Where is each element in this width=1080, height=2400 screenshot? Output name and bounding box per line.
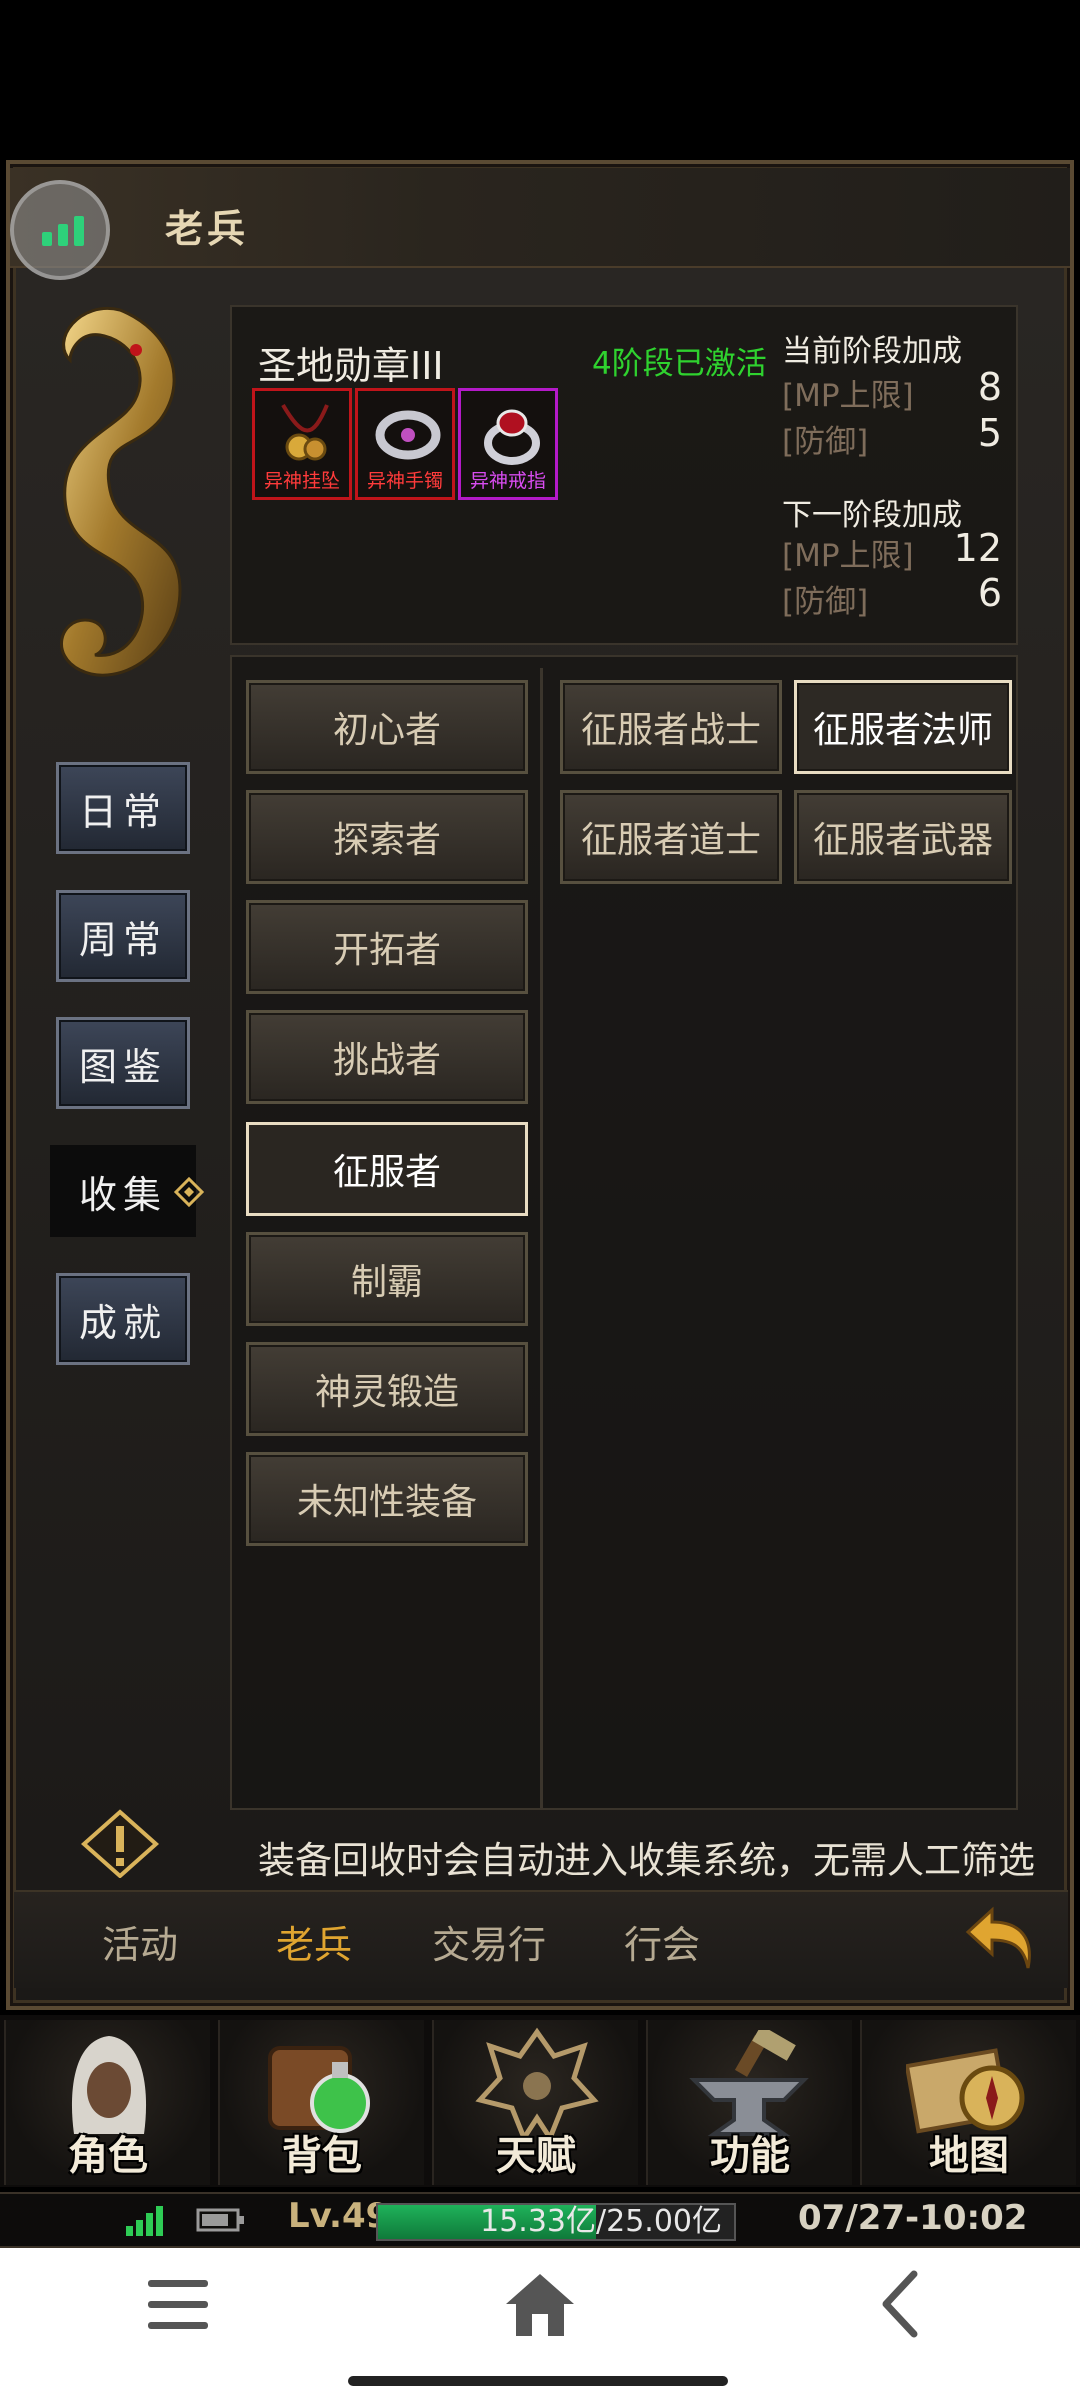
subcategory-button-active[interactable]: 征服者法师 [794, 680, 1012, 774]
active-diamond-indicator-icon [173, 1176, 205, 1208]
page-title: 老兵 [165, 207, 250, 251]
side-tab-daily[interactable]: 日常 [56, 762, 190, 854]
item-label: 异神挂坠 [263, 470, 340, 492]
item-slot-pendant[interactable]: 异神挂坠 [252, 388, 352, 500]
ring-icon [484, 409, 540, 465]
current-stat-value: 8 [977, 365, 1002, 409]
category-button-active[interactable]: 征服者 [246, 1122, 528, 1216]
signal-bar-icon [74, 216, 84, 246]
network-signal-button[interactable] [10, 180, 110, 280]
side-tab-label: 成就 [78, 1300, 167, 1345]
category-button[interactable]: 开拓者 [246, 900, 528, 994]
menu-icon[interactable] [146, 2276, 210, 2334]
main-nav-label: 天赋 [496, 2133, 576, 2179]
main-nav-label: 功能 [710, 2133, 790, 2179]
bottom-tab-veteran[interactable]: 老兵 [276, 1914, 352, 1969]
side-tab-label: 收集 [78, 1172, 167, 1217]
subcategory-button[interactable]: 征服者道士 [560, 790, 782, 884]
category-button[interactable]: 初心者 [246, 680, 528, 774]
player-level: Lv.49 [288, 2196, 390, 2236]
pendant-icon [281, 403, 329, 461]
experience-text: 15.33亿/25.00亿 [480, 2204, 722, 2239]
side-tab-label: 日常 [78, 789, 167, 834]
collection-tip-text: 装备回收时会自动进入收集系统，无需人工筛选 [258, 1839, 1035, 1882]
date-time: 07/27-10:02 [798, 2198, 1028, 2238]
gesture-home-bar[interactable] [348, 2376, 728, 2386]
side-tab-codex[interactable]: 图鉴 [56, 1017, 190, 1109]
signal-bar-icon [58, 224, 68, 246]
next-stat-value: 6 [977, 571, 1002, 615]
next-stat-name: [防御] [782, 584, 869, 620]
golden-dragon-ornament-icon [60, 306, 182, 677]
signal-bar-icon [42, 232, 52, 246]
bottom-tab-guild[interactable]: 行会 [624, 1914, 700, 1969]
panel-divider [540, 668, 543, 1808]
main-nav-map[interactable]: 地图 [860, 2020, 1076, 2185]
main-nav-label: 角色 [68, 2133, 148, 2179]
main-nav-bag[interactable]: 背包 [218, 2020, 424, 2185]
side-tab-label: 图鉴 [78, 1044, 167, 1089]
category-button[interactable]: 挑战者 [246, 1010, 528, 1104]
cellular-signal-icon [126, 2206, 163, 2236]
battery-icon [196, 2208, 244, 2232]
item-slot-ring[interactable]: 异神戒指 [458, 388, 558, 500]
current-stat-value: 5 [977, 411, 1002, 455]
item-label: 异神戒指 [469, 470, 546, 492]
item-slot-bracelet[interactable]: 异神手镯 [355, 388, 455, 500]
side-tab-weekly[interactable]: 周常 [56, 890, 190, 982]
bottom-tab-activity[interactable]: 活动 [102, 1914, 178, 1969]
stage-status-text: 4阶段已激活 [592, 346, 767, 382]
medal-name: 圣地勋章III [258, 344, 444, 388]
home-icon[interactable] [504, 2270, 576, 2338]
side-tab-achievement[interactable]: 成就 [56, 1273, 190, 1365]
main-nav-talent[interactable]: 天赋 [432, 2020, 638, 2185]
bracelet-icon [375, 410, 441, 460]
category-button[interactable]: 制霸 [246, 1232, 528, 1326]
main-nav-label: 地图 [929, 2133, 1009, 2179]
main-nav-function[interactable]: 功能 [646, 2020, 852, 2185]
back-arrow-icon[interactable] [962, 1898, 1042, 1978]
next-stat-value: 12 [953, 526, 1002, 570]
bottom-tab-trading[interactable]: 交易行 [432, 1914, 546, 1969]
experience-bar: 15.33亿/25.00亿 [376, 2203, 736, 2241]
subcategory-button[interactable]: 征服者战士 [560, 680, 782, 774]
category-button[interactable]: 探索者 [246, 790, 528, 884]
category-button[interactable]: 神灵锻造 [246, 1342, 528, 1436]
current-bonus-heading: 当前阶段加成 [782, 334, 962, 369]
next-stat-name: [MP上限] [782, 538, 914, 574]
category-button[interactable]: 未知性装备 [246, 1452, 528, 1546]
main-nav-character[interactable]: 角色 [4, 2020, 210, 2185]
current-stat-name: [防御] [782, 424, 869, 460]
main-nav-label: 背包 [282, 2133, 362, 2179]
subcategory-button[interactable]: 征服者武器 [794, 790, 1012, 884]
side-tab-label: 周常 [78, 917, 167, 962]
item-label: 异神手镯 [366, 470, 443, 492]
warning-icon [80, 1809, 160, 1878]
current-stat-name: [MP上限] [782, 378, 914, 414]
back-icon[interactable] [878, 2270, 922, 2338]
